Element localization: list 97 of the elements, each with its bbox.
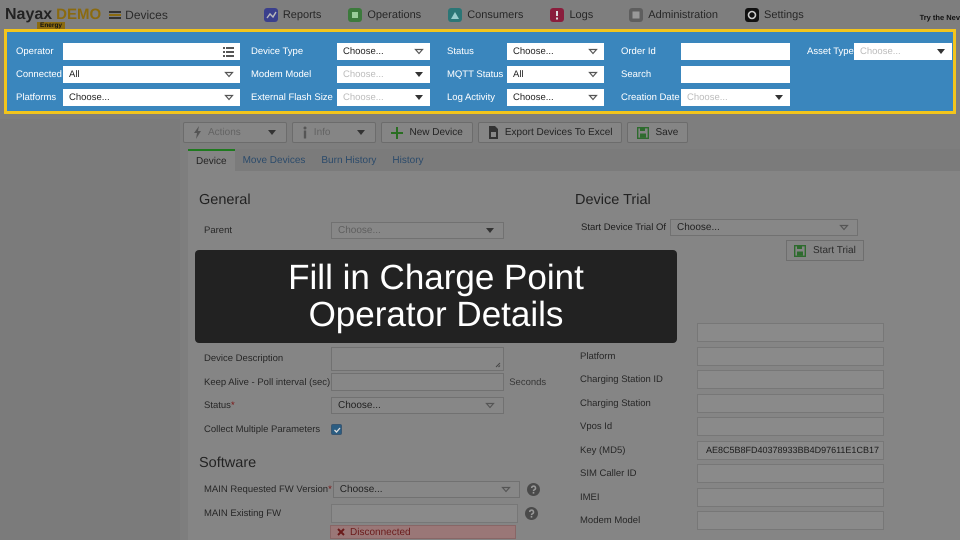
toolbar-button[interactable]: New Device <box>381 122 473 143</box>
caret-icon <box>224 94 234 101</box>
dropdown[interactable]: Choose... <box>507 89 604 106</box>
filter-label: Platforms <box>16 92 58 103</box>
caret-icon <box>485 402 495 410</box>
unit-label: Seconds <box>509 376 546 388</box>
nav-link[interactable]: Reports <box>264 8 322 22</box>
section-title: Device Trial <box>575 192 652 208</box>
check-icon <box>332 426 340 433</box>
list-icon <box>223 46 234 56</box>
caret-icon <box>266 129 277 136</box>
field-label: Keep Alive - Poll interval (sec) <box>204 376 330 388</box>
tip-text: Fill in Charge Point Operator Details <box>287 260 585 334</box>
field-label: Status* <box>204 400 236 412</box>
caret-icon <box>414 48 424 55</box>
field-label: Vpos Id <box>580 421 614 432</box>
checkbox[interactable] <box>331 424 342 435</box>
tab[interactable]: History <box>384 149 432 171</box>
section-title: Software <box>199 455 258 471</box>
field-label: Modem Model <box>580 515 642 526</box>
dropdown[interactable]: Choose... <box>63 89 240 106</box>
tab[interactable]: Device <box>188 149 235 171</box>
status-alert: Disconnected <box>330 525 516 539</box>
caret-icon <box>414 94 424 101</box>
tab[interactable]: Burn History <box>313 149 384 171</box>
save-icon <box>637 126 650 138</box>
close-icon <box>337 528 345 536</box>
toolbar-button[interactable]: Export Devices To Excel <box>478 122 622 143</box>
file-icon <box>488 126 499 139</box>
filter-label: Log Activity <box>447 92 496 103</box>
field-label: MAIN Requested FW Version* <box>204 484 332 496</box>
logo-text: Nayax <box>5 6 52 22</box>
field-label: Charging Station ID <box>580 374 664 386</box>
caret-icon <box>839 224 849 231</box>
filter-label: Operator <box>16 46 54 57</box>
nav-link[interactable]: Logs <box>550 8 594 22</box>
caret-icon <box>588 48 598 55</box>
info-icon <box>302 126 308 139</box>
text-area[interactable] <box>331 346 504 370</box>
caret-icon <box>500 486 511 494</box>
chart-icon <box>264 8 278 22</box>
caret-icon <box>414 71 424 78</box>
filter-label: Search <box>621 69 652 80</box>
resize-icon <box>495 362 501 368</box>
nav-link[interactable]: Operations <box>348 8 422 22</box>
dropdown[interactable]: All <box>63 66 240 83</box>
filter-label: Order Id <box>621 46 657 57</box>
field-label: Charging Station <box>580 398 652 409</box>
input-field[interactable] <box>681 66 790 83</box>
dropdown[interactable]: Choose... <box>337 43 430 60</box>
page-title: Devices <box>125 8 168 22</box>
list-field[interactable] <box>63 43 240 60</box>
dropdown[interactable]: Choose... <box>331 397 504 414</box>
caret-icon <box>485 227 495 234</box>
nav-link[interactable]: Administration <box>629 8 718 22</box>
devices-icon <box>109 10 122 19</box>
caret-icon <box>588 94 598 101</box>
caret-icon <box>936 48 946 55</box>
filter-label: MQTT Status <box>447 69 504 80</box>
input-field[interactable]: AE8C5B8FD40378933BB4D97611E1CB17 <box>697 440 884 460</box>
filter-label: External Flash Size <box>251 92 334 103</box>
section-title: General <box>199 192 252 208</box>
field-label: Device Description <box>204 353 284 364</box>
dropdown[interactable]: Choose... <box>332 481 520 498</box>
nav-link[interactable]: Consumers <box>448 8 524 22</box>
save-icon <box>794 244 806 256</box>
filter-label: Status <box>447 46 475 57</box>
field-label: Platform <box>580 350 616 362</box>
filter-label: Asset Type <box>807 46 854 57</box>
caret-icon <box>774 94 784 101</box>
field-label: IMEI <box>580 492 601 503</box>
logo-suffix: DEMO <box>56 6 102 22</box>
toolbar-button[interactable]: Save <box>627 122 688 143</box>
tab[interactable]: Move Devices <box>234 149 314 171</box>
caret-icon <box>356 129 366 136</box>
grid-icon <box>348 8 362 22</box>
field-label: SIM Caller ID <box>580 468 638 480</box>
field-label: Start Device Trial Of <box>581 222 666 233</box>
filter-label: Modem Model <box>251 69 312 80</box>
dropdown[interactable]: Choose... <box>507 43 604 60</box>
dropdown[interactable]: Choose... <box>670 219 858 236</box>
caret-icon <box>588 71 598 78</box>
bolt-icon <box>193 126 202 139</box>
alert-icon <box>550 8 564 22</box>
plus-icon <box>391 126 404 138</box>
nav-link[interactable]: Settings <box>745 8 804 22</box>
field-label: Parent <box>204 225 233 236</box>
field-label: Key (MD5) <box>580 444 626 456</box>
filter-label: Device Type <box>251 46 304 57</box>
caret-icon <box>224 71 234 78</box>
filter-label: Creation Date <box>621 92 681 103</box>
field-label: MAIN Existing FW <box>204 508 282 519</box>
start-trial-button[interactable]: Start Trial <box>786 240 864 261</box>
input-field[interactable] <box>681 43 790 60</box>
filter-label: Connected <box>16 69 63 80</box>
field-label: Collect Multiple Parameters <box>204 424 322 435</box>
dropdown[interactable]: All <box>507 66 604 83</box>
